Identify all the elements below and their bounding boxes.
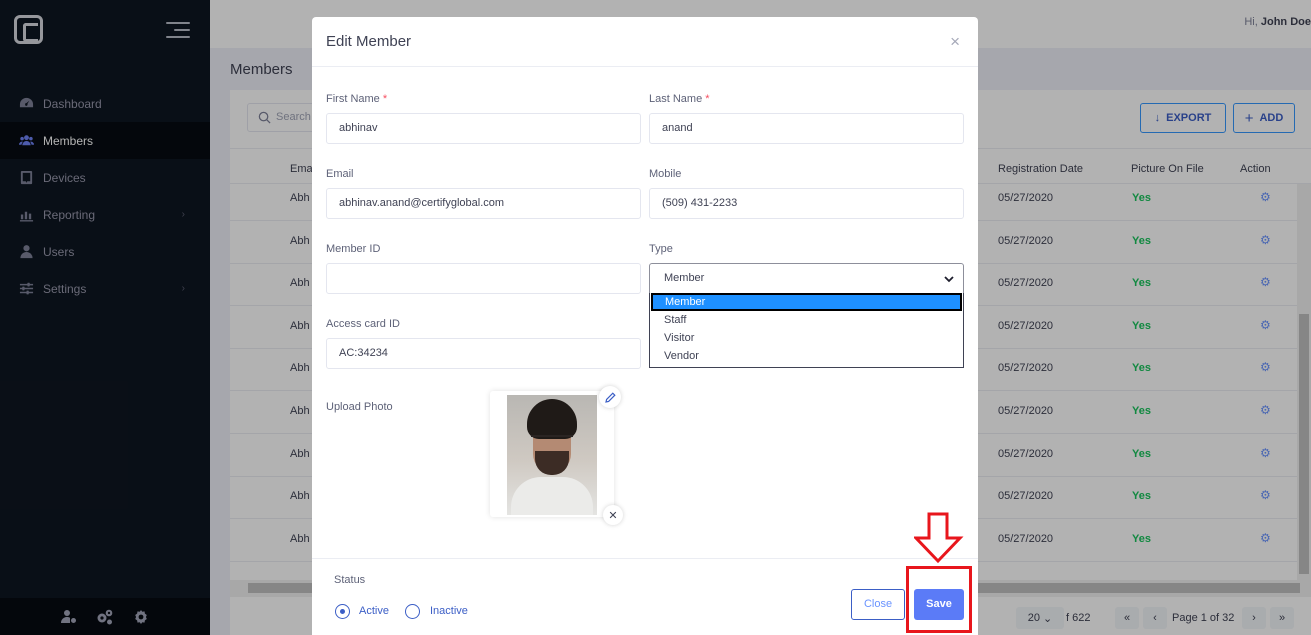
type-option-vendor[interactable]: Vendor [650,347,963,365]
email-field[interactable]: abhinav.anand@certifyglobal.com [326,188,641,219]
last-name-label-text: Last Name [649,93,703,105]
type-label: Type [649,243,673,255]
last-name-field[interactable]: anand [649,113,964,144]
upload-photo-label: Upload Photo [326,401,393,413]
status-inactive-label[interactable]: Inactive [430,605,468,617]
type-option-member[interactable]: Member [651,293,962,311]
close-icon[interactable]: × [950,33,960,50]
status-label: Status [334,574,366,586]
email-label: Email [326,168,354,180]
remove-photo-button[interactable]: ✕ [603,505,623,525]
modal-title: Edit Member [326,33,412,50]
chevron-down-icon [944,276,954,283]
pencil-icon [604,391,616,403]
required-marker: * [705,93,710,105]
mobile-field[interactable]: (509) 431-2233 [649,188,964,219]
annotation-arrow-icon [914,512,964,564]
photo-glasses [531,435,573,445]
modal-footer: Status Active Inactive Close Save [312,558,978,635]
close-button[interactable]: Close [851,589,905,620]
type-select[interactable]: Member [649,263,964,294]
edit-photo-button[interactable] [599,386,621,408]
photo-shirt [511,477,593,515]
access-card-field[interactable]: AC:34234 [326,338,641,369]
member-id-label: Member ID [326,243,381,255]
member-id-field[interactable] [326,263,641,294]
required-marker: * [382,93,388,105]
first-name-field[interactable]: abhinav [326,113,641,144]
last-name-label: Last Name * [649,93,710,105]
member-photo [507,395,597,515]
status-active-radio[interactable] [335,604,350,619]
type-option-visitor[interactable]: Visitor [650,329,963,347]
modal-header: Edit Member × [312,17,978,67]
status-inactive-radio[interactable] [405,604,420,619]
annotation-highlight-box [906,566,972,633]
mobile-label: Mobile [649,168,682,180]
access-card-label: Access card ID [326,318,400,330]
close-icon: ✕ [608,509,618,522]
photo-preview [490,391,614,517]
photo-hair [527,399,577,439]
photo-beard [535,451,569,475]
type-dropdown-list: Member Staff Visitor Vendor [649,293,964,368]
first-name-label: First Name * [326,93,387,105]
type-option-staff[interactable]: Staff [650,311,963,329]
type-selected-value: Member [664,272,705,284]
edit-member-modal: Edit Member × First Name * abhinav Last … [312,17,978,635]
first-name-label-text: First Name [326,93,380,105]
status-active-label[interactable]: Active [359,605,389,617]
